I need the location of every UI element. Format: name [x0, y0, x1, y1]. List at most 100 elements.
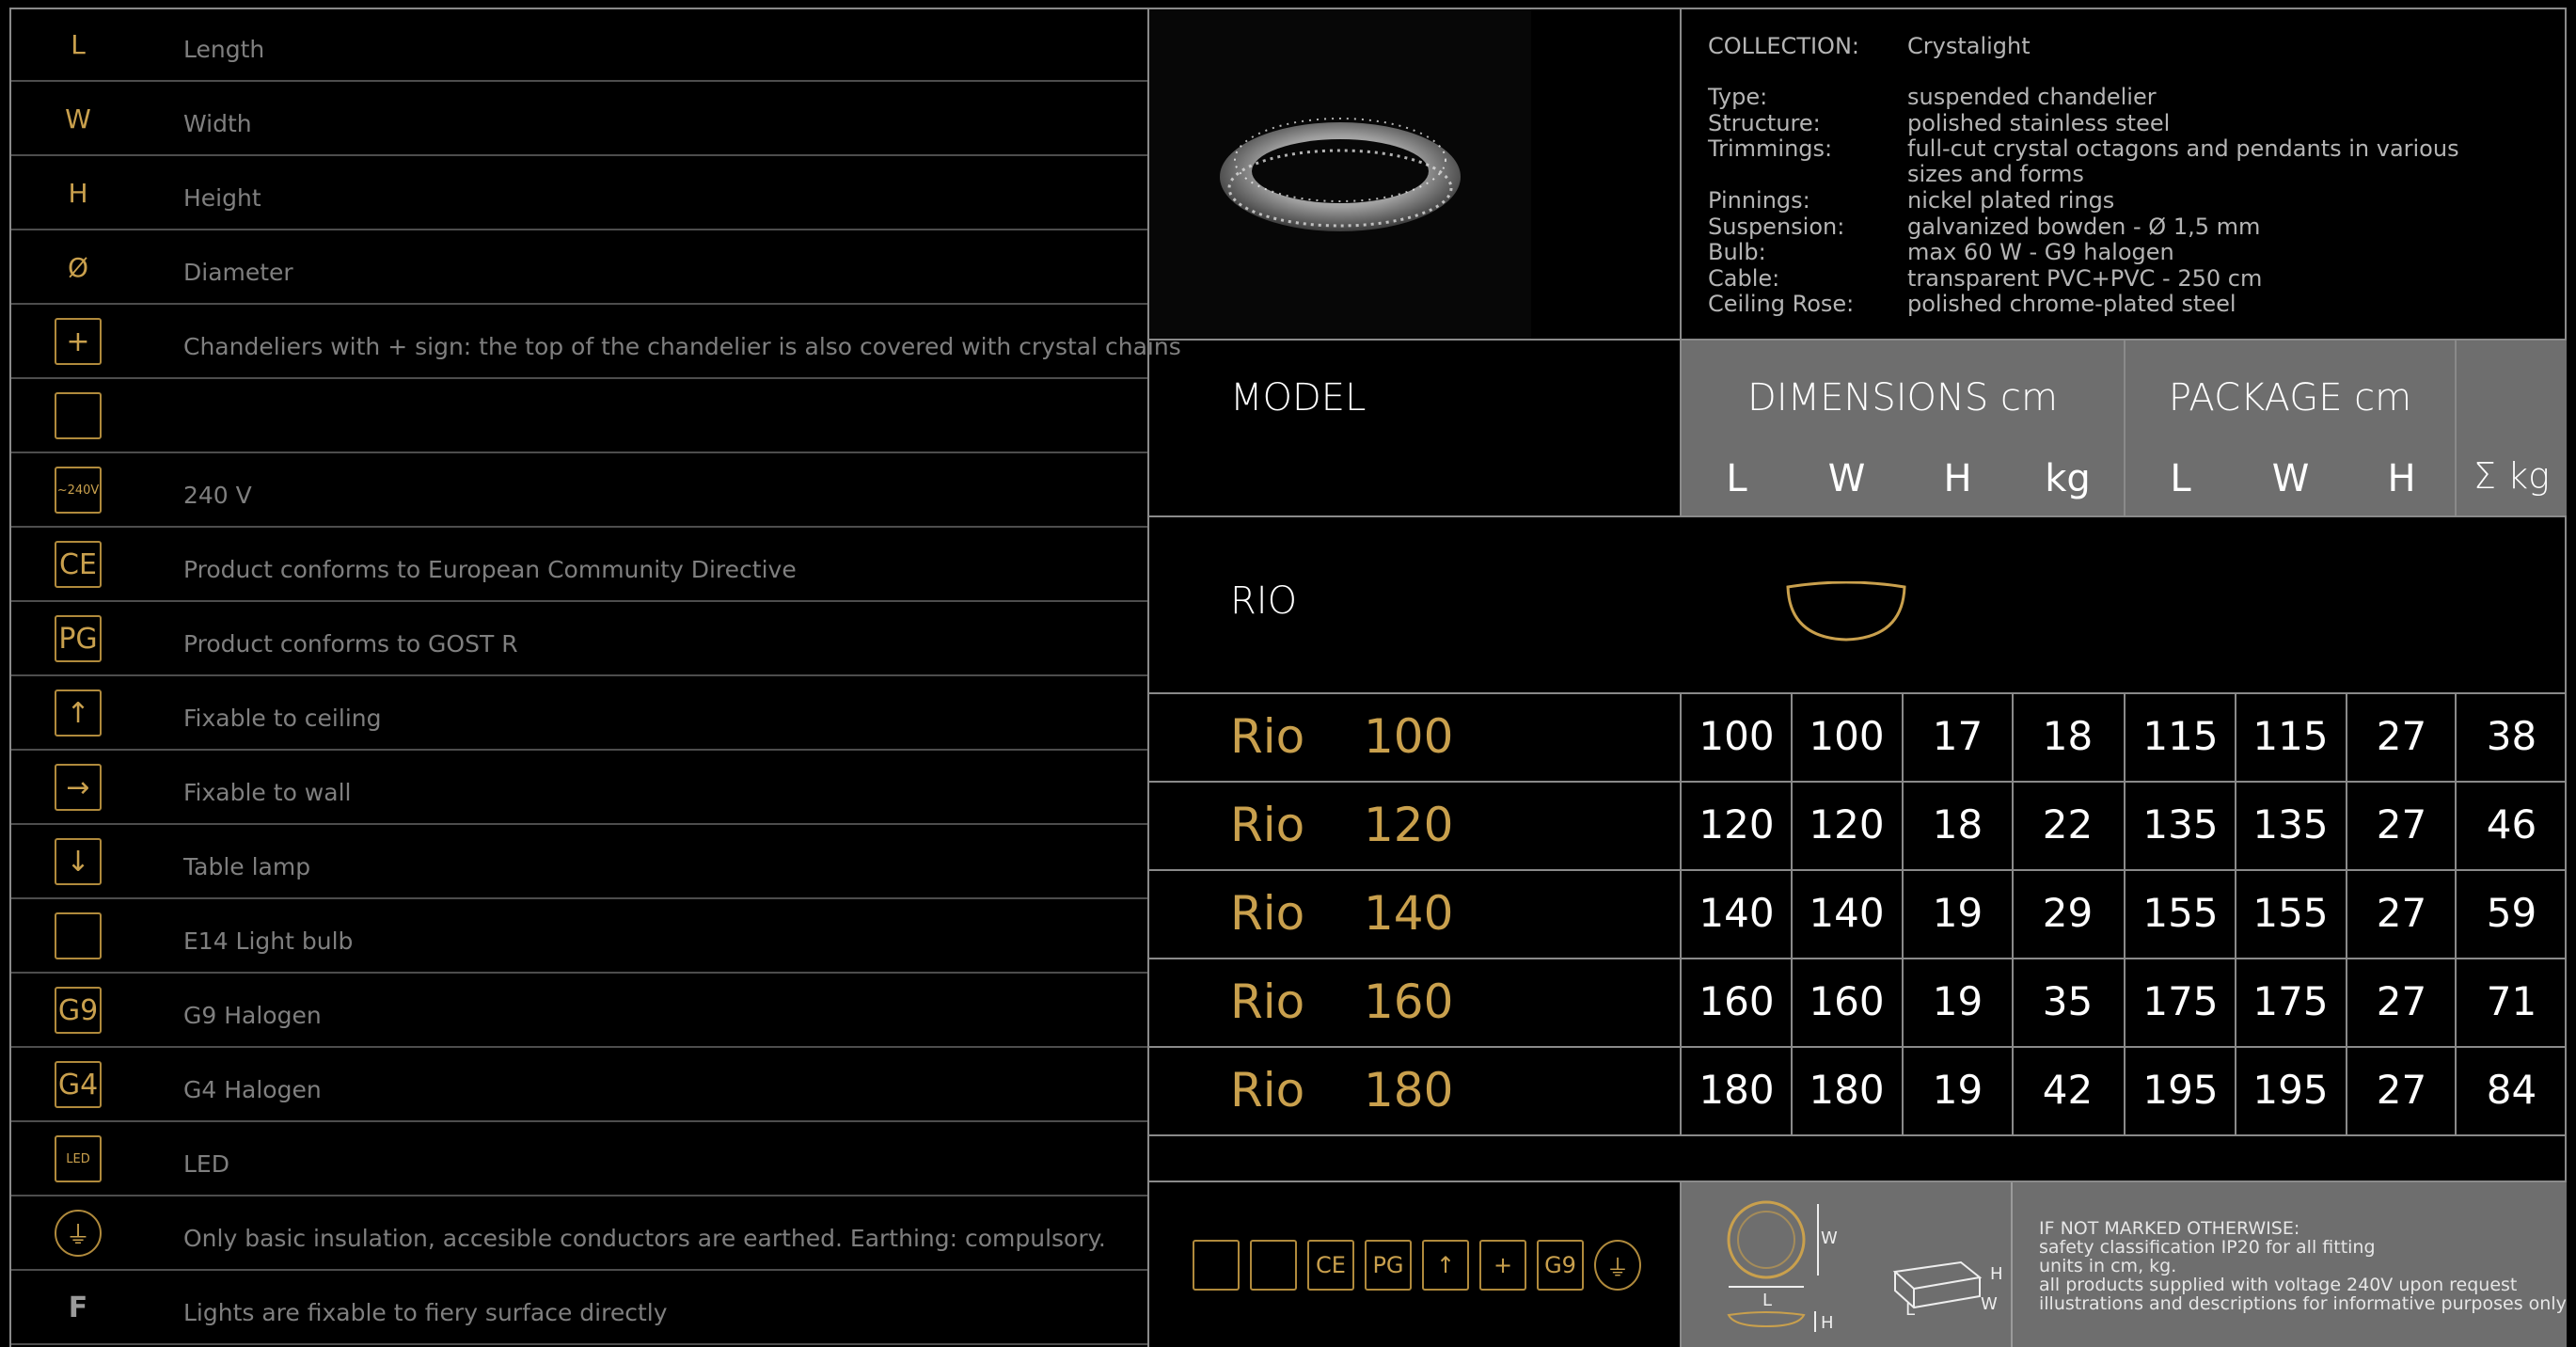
legend-row: CE Product conforms to European Community… — [11, 528, 1147, 602]
spec-key: Type: — [1708, 84, 1768, 110]
gost-r-icon: PG — [58, 622, 98, 656]
legend-label: Product conforms to European Community D… — [183, 556, 797, 583]
notes: IF NOT MARKED OTHERWISE: safety classifi… — [2039, 1219, 2567, 1313]
legend-symbol: LED — [55, 1135, 102, 1182]
chandelier-image — [1220, 118, 1461, 231]
legend-label: Height — [183, 184, 261, 212]
fiery-surface-icon: F — [68, 1291, 88, 1324]
table-cell: 27 — [2376, 801, 2427, 848]
family-name: RIO — [1230, 579, 1298, 623]
diagram-w-label: W — [1821, 1228, 1838, 1248]
height-letter-icon: H — [68, 177, 88, 209]
table-cell: 140 — [1809, 890, 1885, 936]
voltage-240v-icon: ~240V — [56, 483, 100, 498]
ce-mark-icon: CE — [1307, 1240, 1354, 1291]
g9-halogen-icon: G9 — [57, 993, 99, 1027]
legend-label: 240 V — [183, 482, 252, 509]
legend-label: G4 Halogen — [183, 1076, 322, 1103]
legend-row: G9 G9 Halogen — [11, 974, 1147, 1048]
plus-sign-icon: + — [1479, 1240, 1526, 1291]
table-cell: 35 — [2042, 978, 2094, 1024]
table-cell: 195 — [2142, 1067, 2219, 1113]
legend-label: Length — [183, 36, 265, 63]
sub-header: H — [1943, 457, 1972, 500]
table-cell: 115 — [2252, 713, 2329, 759]
table-cell: 160 — [1809, 978, 1885, 1024]
legend-symbol — [55, 912, 102, 959]
table-cell: 71 — [2486, 978, 2537, 1024]
legend-label: G9 Halogen — [183, 1002, 322, 1029]
spec-key: Cable: — [1708, 264, 1780, 292]
diagram-l-label: L — [1762, 1291, 1773, 1310]
legend-symbol: Ø — [55, 244, 102, 291]
note-line: illustrations and descriptions for infor… — [2039, 1293, 2567, 1314]
wall-mount-icon: → — [66, 770, 90, 804]
legend-row: → Fixable to wall — [11, 751, 1147, 825]
table-cell: 18 — [1932, 801, 1983, 848]
legend-row: ↓ Table lamp — [11, 825, 1147, 899]
model-name: Rio — [1230, 886, 1305, 941]
legend-symbol: G4 — [55, 1061, 102, 1108]
legend-symbol: ~240V — [55, 467, 102, 514]
legend-row: G4 G4 Halogen — [11, 1048, 1147, 1122]
legend-label: Table lamp — [183, 853, 311, 880]
model-name: Rio — [1230, 975, 1305, 1029]
model-size: 180 — [1364, 1063, 1454, 1117]
spec-value: suspended chandelier — [1907, 84, 2157, 110]
note-line: all products supplied with voltage 240V … — [2039, 1275, 2518, 1295]
spec-key: Trimmings: — [1708, 135, 1833, 162]
divider — [1149, 515, 2567, 517]
table-cell: 180 — [1699, 1067, 1775, 1113]
row-divider — [1149, 1046, 2567, 1048]
legend-symbol: PG — [55, 615, 102, 662]
ceiling-mount-icon: ↑ — [1422, 1240, 1469, 1291]
length-letter-icon: L — [71, 28, 86, 60]
row-divider — [1149, 1134, 2567, 1136]
column-divider — [2012, 694, 2014, 1134]
legend-label: Chandeliers with + sign: the top of the … — [183, 333, 1181, 360]
legend-row: ⏚ Only basic insulation, accesible conduc… — [11, 1196, 1147, 1271]
product-photo — [1149, 9, 1531, 339]
table-cell: 140 — [1699, 890, 1775, 936]
specifications-panel: COLLECTION: Crystalight Type: suspended cha… — [1680, 9, 2568, 339]
table-cell: 195 — [2252, 1067, 2329, 1113]
model-size: 160 — [1364, 975, 1454, 1029]
divider — [2011, 1182, 2013, 1347]
legend-symbol: ↑ — [55, 689, 102, 737]
table-cell: 22 — [2042, 801, 2094, 848]
legend-symbol: F — [55, 1284, 102, 1331]
table-cell: 155 — [2142, 890, 2219, 936]
legend-symbol: → — [55, 764, 102, 811]
model-name: Rio — [1230, 1063, 1305, 1117]
spec-key: Structure: — [1708, 109, 1821, 136]
spec-value: polished stainless steel — [1907, 109, 2171, 136]
legend-row: E14 Light bulb — [11, 899, 1147, 974]
table-cell: 27 — [2376, 1067, 2427, 1113]
plus-sign-icon-glyph: + — [1493, 1252, 1513, 1278]
table-cell: 46 — [2486, 801, 2537, 848]
table-cell: 19 — [1932, 1067, 1983, 1113]
diagram-h-label: H — [1821, 1313, 1834, 1333]
g9-halogen-icon: G9 — [1537, 1240, 1584, 1291]
sub-header: H — [2387, 457, 2416, 500]
dimensions-header: DIMENSIONS cm — [1747, 376, 2058, 420]
legend-symbol: CE — [55, 541, 102, 588]
legend-label: Fixable to wall — [183, 779, 352, 806]
model-size: 140 — [1364, 886, 1454, 941]
legend-row: ~240V 240 V — [11, 453, 1147, 528]
gost-r-icon: PG — [1365, 1240, 1412, 1291]
empty-box-icon — [1250, 1240, 1297, 1291]
legend-row: W Width — [11, 82, 1147, 156]
legend-row: H Height — [11, 156, 1147, 230]
legend-symbol: L — [55, 21, 102, 68]
table-cell: 155 — [2252, 890, 2329, 936]
legend-label: LED — [183, 1150, 229, 1178]
legend-symbol — [55, 392, 102, 439]
divider — [1149, 692, 2567, 694]
box-l-label: L — [1905, 1300, 1916, 1320]
g4-halogen-icon: G4 — [57, 1068, 99, 1101]
table-cell: 180 — [1809, 1067, 1885, 1113]
table-cell: 59 — [2486, 890, 2537, 936]
column-divider — [1791, 694, 1793, 1134]
column-divider — [1680, 339, 1682, 517]
